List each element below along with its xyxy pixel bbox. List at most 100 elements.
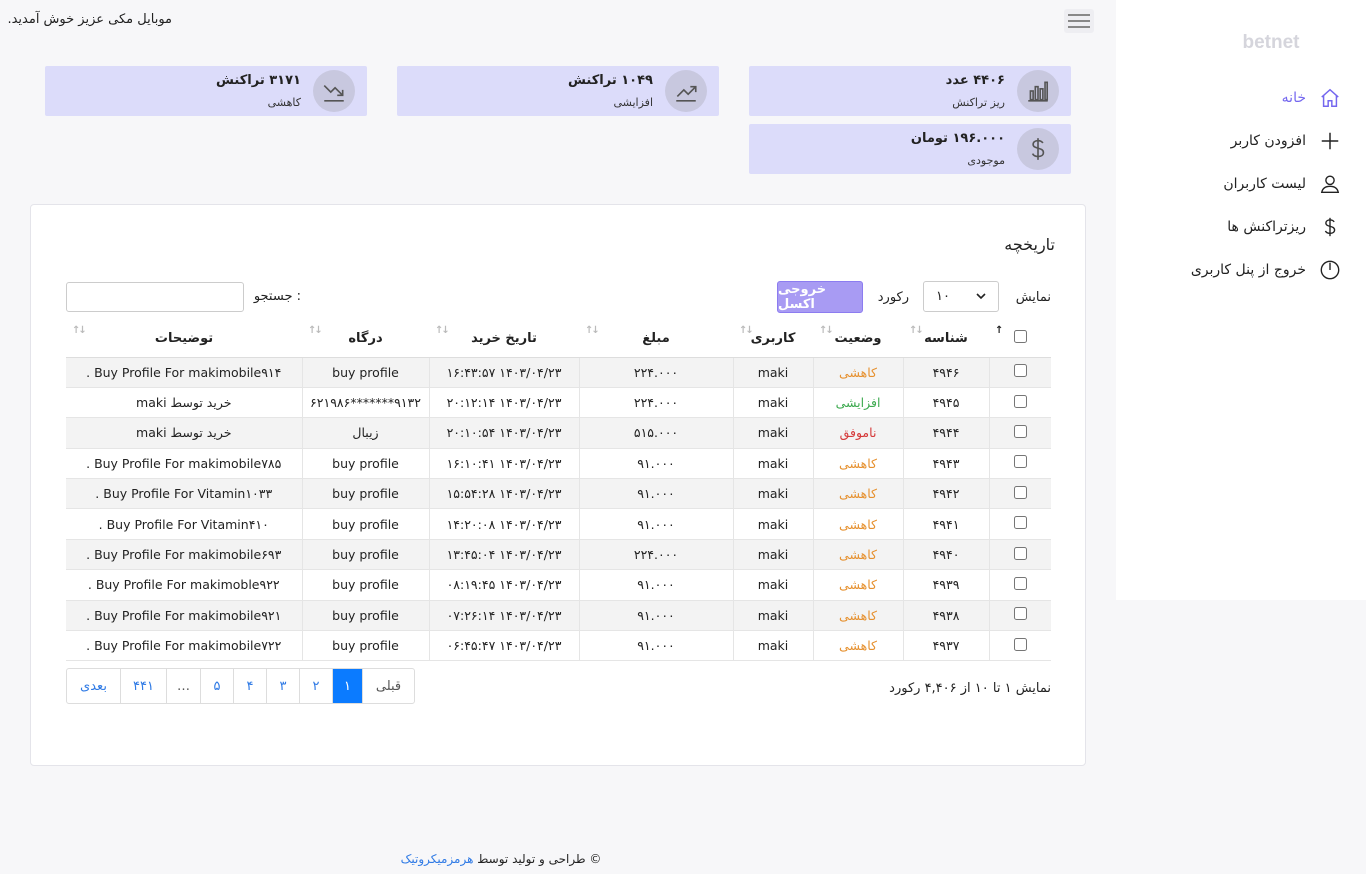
row-checkbox[interactable] [1013, 394, 1027, 408]
sidebar-item-label: ریزتراکنش ها [1227, 218, 1306, 235]
hamburger-icon-line [1068, 20, 1090, 22]
sidebar-item-label: خروج از پنل کاربری [1190, 261, 1306, 278]
row-checkbox[interactable] [1013, 485, 1027, 499]
cell-amount: ۹۱.۰۰۰ [578, 569, 733, 601]
cell-status: کاهشی [812, 600, 903, 632]
row-checkbox[interactable] [1013, 516, 1027, 530]
sort-asc-icon[interactable]: ↑ [995, 325, 1004, 336]
sort-icon: ↓↑ [72, 325, 87, 336]
cell-user: maki [732, 478, 813, 510]
footer: © طراحی و تولید توسط هرمزمیکروتیک [0, 852, 1366, 866]
header-label: توضیحات [154, 331, 214, 347]
page-button[interactable]: ۳ [267, 669, 300, 703]
stat-card-increase: ۱۰۴۹ تراکنش افزایشی [397, 66, 719, 116]
row-checkbox[interactable] [1013, 364, 1027, 378]
row-checkbox[interactable] [1013, 576, 1027, 590]
cell-amount: ۲۲۴.۰۰۰ [578, 387, 733, 419]
cell-description: Buy Profile For makimobile۷۸۵ . [66, 448, 302, 480]
hamburger-menu-button[interactable] [1064, 9, 1094, 33]
cell-id: ۴۹۴۵ [902, 387, 989, 419]
page-size-select[interactable]: ۱۰ [923, 281, 999, 312]
table-row[interactable]: ۴۹۴۱ کاهشی maki ۹۱.۰۰۰ ۱۴۰۳/۰۴/۲۳ ۱۴:۲۰:۰۸ bu… [66, 508, 1051, 540]
table-row[interactable]: ۴۹۴۰ کاهشی maki ۲۲۴.۰۰۰ ۱۴۰۳/۰۴/۲۳ ۱۳:۴۵:۰۴ b… [66, 539, 1051, 571]
cell-status: کاهشی [812, 448, 903, 480]
page-button[interactable]: ۲ [300, 669, 333, 703]
footer-text: © طراحی و تولید توسط [477, 852, 602, 866]
table-row[interactable]: ۴۹۳۹ کاهشی maki ۹۱.۰۰۰ ۱۴۰۳/۰۴/۲۳ ۰۸:۱۹:۴۵ bu… [66, 569, 1051, 601]
table-row[interactable]: ۴۹۴۴ ناموفق maki ۵۱۵.۰۰۰ ۱۴۰۳/۰۴/۲۳ ۲۰:۱۰:۵۴… [66, 417, 1051, 449]
cell-gateway: ۹۱۳۲*******۶۲۱۹۸۶ [301, 387, 429, 419]
cell-amount: ۵۱۵.۰۰۰ [578, 417, 733, 449]
sidebar-item-users[interactable]: لیست کاربران [1116, 162, 1366, 205]
sidebar-item-home[interactable]: خانه [1116, 76, 1366, 119]
next-page-button[interactable]: بعدی [67, 669, 121, 703]
page-button[interactable]: ۴ [234, 669, 267, 703]
brand-logo: betnet [1242, 32, 1300, 53]
sidebar-item-add-user[interactable]: افزودن کاربر [1116, 119, 1366, 162]
sidebar-item-logout[interactable]: خروج از پنل کاربری [1116, 248, 1366, 291]
footer-link[interactable]: هرمزمیکروتیک [401, 852, 474, 866]
cell-description: Buy Profile For makimoble۹۲۲ . [66, 569, 302, 601]
sort-icon: ↓↑ [739, 325, 754, 336]
column-header-id[interactable]: شناسه ↓↑ [903, 321, 989, 358]
cell-checkbox [988, 417, 1051, 449]
cell-id: ۴۹۴۱ [902, 508, 989, 540]
page-button[interactable]: ۴۴۱ [121, 669, 167, 703]
table-row[interactable]: ۴۹۳۷ کاهشی maki ۹۱.۰۰۰ ۱۴۰۳/۰۴/۲۳ ۰۶:۴۵:۴۷ bu… [66, 630, 1051, 662]
select-all-header: ↑ [989, 321, 1051, 358]
dollar-icon [1017, 128, 1059, 170]
column-header-user[interactable]: کاربری ↓↑ [733, 321, 813, 358]
table-row[interactable]: ۴۹۴۲ کاهشی maki ۹۱.۰۰۰ ۱۴۰۳/۰۴/۲۳ ۱۵:۵۴:۲۸ bu… [66, 478, 1051, 510]
cell-gateway: buy profile [301, 357, 429, 388]
export-excel-button[interactable]: خروجی اکسل [777, 281, 863, 313]
cell-gateway: buy profile [301, 600, 429, 632]
cell-status: کاهشی [812, 478, 903, 510]
show-label: نمایش [1015, 290, 1051, 305]
search-input[interactable] [66, 282, 244, 312]
stat-value: ۳۱۷۱ تراکنش [216, 73, 301, 88]
cell-user: maki [732, 387, 813, 419]
cell-description: Buy Profile For makimobile۷۲۲ . [66, 630, 302, 662]
header-label: درگاه [348, 331, 383, 347]
row-checkbox[interactable] [1013, 424, 1027, 438]
hamburger-icon-line [1068, 26, 1090, 28]
cell-amount: ۲۲۴.۰۰۰ [578, 357, 733, 388]
table-row[interactable]: ۴۹۴۳ کاهشی maki ۹۱.۰۰۰ ۱۴۰۳/۰۴/۲۳ ۱۶:۱۰:۴۱ bu… [66, 448, 1051, 480]
table-row[interactable]: ۴۹۳۸ کاهشی maki ۹۱.۰۰۰ ۱۴۰۳/۰۴/۲۳ ۰۷:۲۶:۱۴ bu… [66, 600, 1051, 632]
cell-gateway: buy profile [301, 539, 429, 571]
row-checkbox[interactable] [1013, 455, 1027, 469]
row-checkbox[interactable] [1013, 546, 1027, 560]
cell-checkbox [988, 569, 1051, 601]
cell-status: کاهشی [812, 630, 903, 662]
column-header-status[interactable]: وضعیت ↓↑ [813, 321, 903, 358]
table-row[interactable]: ۴۹۴۵ افزایشی maki ۲۲۴.۰۰۰ ۱۴۰۳/۰۴/۲۳ ۲۰:۱۲:۱… [66, 387, 1051, 419]
cell-gateway: buy profile [301, 630, 429, 662]
cell-amount: ۹۱.۰۰۰ [578, 478, 733, 510]
trending-down-icon [313, 70, 355, 112]
table-row[interactable]: ۴۹۴۶ کاهشی maki ۲۲۴.۰۰۰ ۱۴۰۳/۰۴/۲۳ ۱۶:۴۳:۵۷ b… [66, 357, 1051, 388]
welcome-text: موبایل مکی عزیز خوش آمدید. [7, 12, 172, 27]
header-label: مبلغ [642, 331, 670, 347]
power-icon [1318, 258, 1342, 282]
column-header-description[interactable]: توضیحات ↓↑ [66, 321, 302, 358]
cell-date: ۱۴۰۳/۰۴/۲۳ ۱۳:۴۵:۰۴ [428, 539, 579, 571]
page-button[interactable]: ۵ [201, 669, 234, 703]
dollar-icon [1318, 215, 1342, 239]
row-checkbox[interactable] [1013, 607, 1027, 621]
prev-page-button[interactable]: قبلی [363, 669, 414, 703]
select-all-checkbox[interactable] [1013, 330, 1027, 344]
stat-value: ۴۴۰۶ عدد [945, 73, 1005, 88]
page-button-active[interactable]: ۱ [333, 669, 363, 703]
cell-user: maki [732, 357, 813, 388]
sort-icon: ↓↑ [308, 325, 323, 336]
column-header-amount[interactable]: مبلغ ↓↑ [579, 321, 733, 358]
user-icon [1318, 172, 1342, 196]
column-header-gateway[interactable]: درگاه ↓↑ [302, 321, 429, 358]
stat-label: افزایشی [613, 96, 653, 109]
sidebar-item-transactions[interactable]: ریزتراکنش ها [1116, 205, 1366, 248]
stat-card-decrease: ۳۱۷۱ تراکنش کاهشی [45, 66, 367, 116]
cell-gateway: buy profile [301, 478, 429, 510]
row-checkbox[interactable] [1013, 637, 1027, 651]
column-header-date[interactable]: تاریخ خرید ↓↑ [429, 321, 579, 358]
cell-checkbox [988, 478, 1051, 510]
